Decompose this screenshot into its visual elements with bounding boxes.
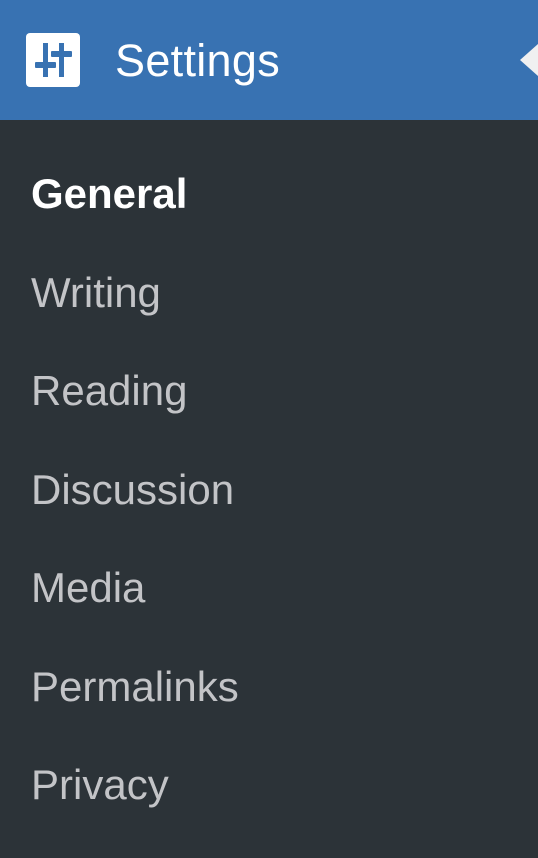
submenu-item-discussion[interactable]: Discussion: [0, 441, 538, 540]
submenu-item-general[interactable]: General: [0, 145, 538, 244]
settings-sliders-icon: [26, 33, 80, 87]
settings-submenu: General Writing Reading Discussion Media…: [0, 145, 538, 835]
submenu-item-privacy[interactable]: Privacy: [0, 736, 538, 835]
submenu-item-permalinks[interactable]: Permalinks: [0, 638, 538, 737]
submenu-item-media[interactable]: Media: [0, 539, 538, 638]
settings-menu-title: Settings: [115, 34, 280, 86]
submenu-item-writing[interactable]: Writing: [0, 244, 538, 343]
submenu-item-reading[interactable]: Reading: [0, 342, 538, 441]
current-page-pointer: [520, 44, 538, 76]
settings-menu-header[interactable]: Settings: [0, 0, 538, 120]
settings-menu: Settings General Writing Reading Discuss…: [0, 0, 538, 858]
